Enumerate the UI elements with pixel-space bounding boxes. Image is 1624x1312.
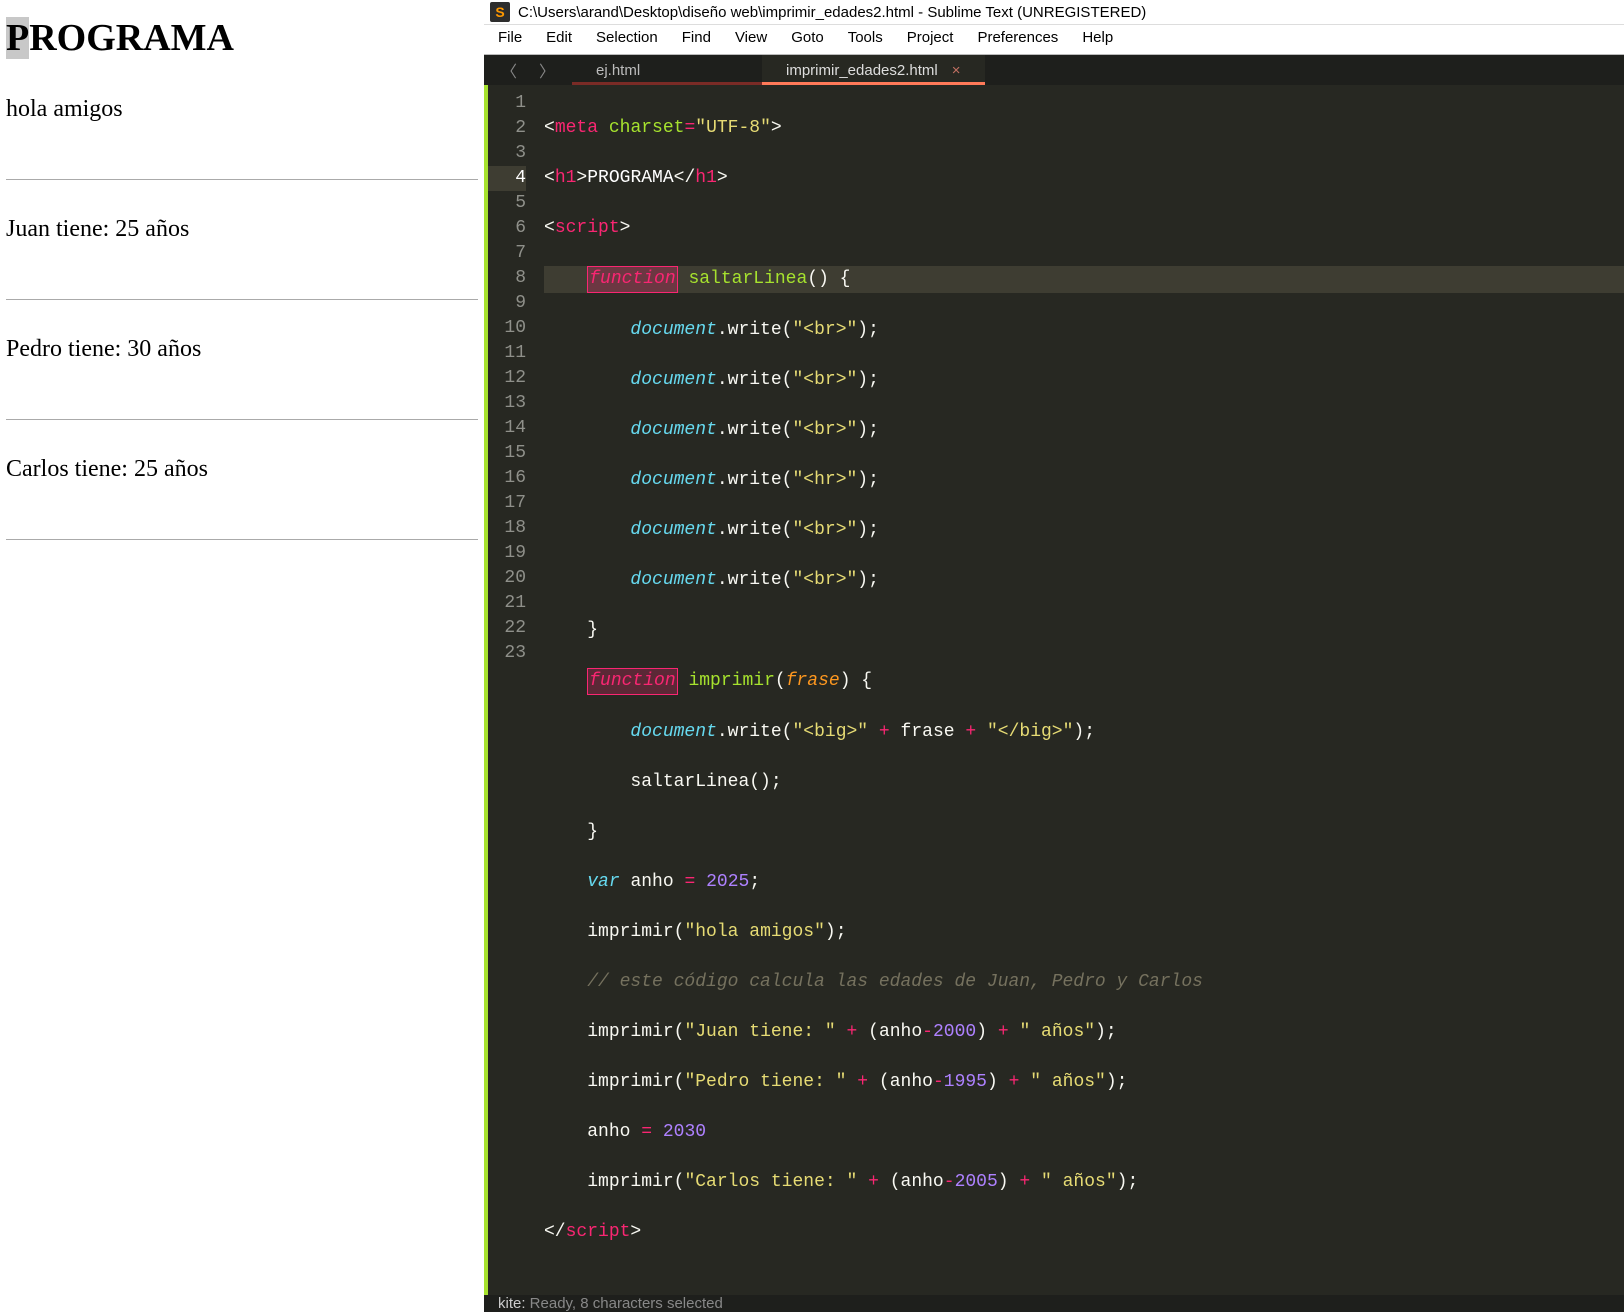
line-number: 1 <box>488 91 526 116</box>
sublime-window: S C:\Users\arand\Desktop\diseño web\impr… <box>484 0 1624 860</box>
tab-label: imprimir_edades2.html <box>786 62 938 79</box>
menu-view[interactable]: View <box>725 25 777 50</box>
menu-selection[interactable]: Selection <box>586 25 668 50</box>
menu-project[interactable]: Project <box>897 25 964 50</box>
line-number: 21 <box>488 591 526 616</box>
tab-imprimir-edades2[interactable]: imprimir_edades2.html × <box>762 55 985 85</box>
line-number: 23 <box>488 641 526 666</box>
nav-forward-button[interactable]: 〉 <box>528 55 566 85</box>
line-number: 14 <box>488 416 526 441</box>
line-number: 13 <box>488 391 526 416</box>
line-number: 17 <box>488 491 526 516</box>
title-bar[interactable]: S C:\Users\arand\Desktop\diseño web\impr… <box>484 0 1624 25</box>
menu-find[interactable]: Find <box>672 25 721 50</box>
menu-preferences[interactable]: Preferences <box>967 25 1068 50</box>
line-number: 3 <box>488 141 526 166</box>
line-number: 22 <box>488 616 526 641</box>
output-line: Pedro tiene: 30 años <box>6 336 201 362</box>
tab-ej-html[interactable]: ej.html <box>572 55 762 85</box>
output-line: Carlos tiene: 25 años <box>6 456 208 482</box>
menu-tools[interactable]: Tools <box>838 25 893 50</box>
code-editor[interactable]: 1234567891011121314151617181920212223 <m… <box>484 85 1624 1295</box>
page-heading: PROGRAMA <box>6 16 478 60</box>
tab-label: ej.html <box>596 62 640 79</box>
line-number: 4 <box>488 166 526 191</box>
output-line: Juan tiene: 25 años <box>6 216 189 242</box>
line-number: 12 <box>488 366 526 391</box>
menu-help[interactable]: Help <box>1072 25 1123 50</box>
menu-bar: File Edit Selection Find View Goto Tools… <box>484 25 1624 55</box>
code-area[interactable]: <meta charset="UTF-8"> <h1>PROGRAMA</h1>… <box>536 85 1624 1295</box>
menu-file[interactable]: File <box>488 25 532 50</box>
window-title: C:\Users\arand\Desktop\diseño web\imprim… <box>518 4 1146 21</box>
selection-function-keyword: function <box>587 668 677 695</box>
line-number: 11 <box>488 341 526 366</box>
line-number: 9 <box>488 291 526 316</box>
line-number: 7 <box>488 241 526 266</box>
line-number-gutter: 1234567891011121314151617181920212223 <box>488 85 536 1295</box>
chevron-left-icon: 〈 <box>501 58 517 82</box>
line-number: 19 <box>488 541 526 566</box>
menu-edit[interactable]: Edit <box>536 25 582 50</box>
selection-function-keyword: function <box>587 266 677 293</box>
line-number: 5 <box>488 191 526 216</box>
line-number: 18 <box>488 516 526 541</box>
menu-goto[interactable]: Goto <box>781 25 834 50</box>
close-icon[interactable]: × <box>952 62 961 79</box>
line-number: 15 <box>488 441 526 466</box>
status-kite: kite: Ready, 8 characters selected <box>498 1295 723 1312</box>
browser-output-panel: PROGRAMA hola amigos Juan tiene: 25 años… <box>0 0 484 860</box>
line-number: 8 <box>488 266 526 291</box>
line-number: 10 <box>488 316 526 341</box>
line-number: 20 <box>488 566 526 591</box>
output-line: hola amigos <box>6 96 123 122</box>
heading-first-letter: P <box>6 17 29 59</box>
chevron-right-icon: 〉 <box>539 58 555 82</box>
heading-rest: ROGRAMA <box>29 17 234 59</box>
sublime-logo-icon: S <box>490 2 510 22</box>
line-number: 6 <box>488 216 526 241</box>
tab-bar: 〈 〉 ej.html imprimir_edades2.html × <box>484 55 1624 85</box>
nav-back-button[interactable]: 〈 <box>490 55 528 85</box>
status-bar: kite: Ready, 8 characters selected <box>484 1295 1624 1312</box>
line-number: 16 <box>488 466 526 491</box>
line-number: 2 <box>488 116 526 141</box>
